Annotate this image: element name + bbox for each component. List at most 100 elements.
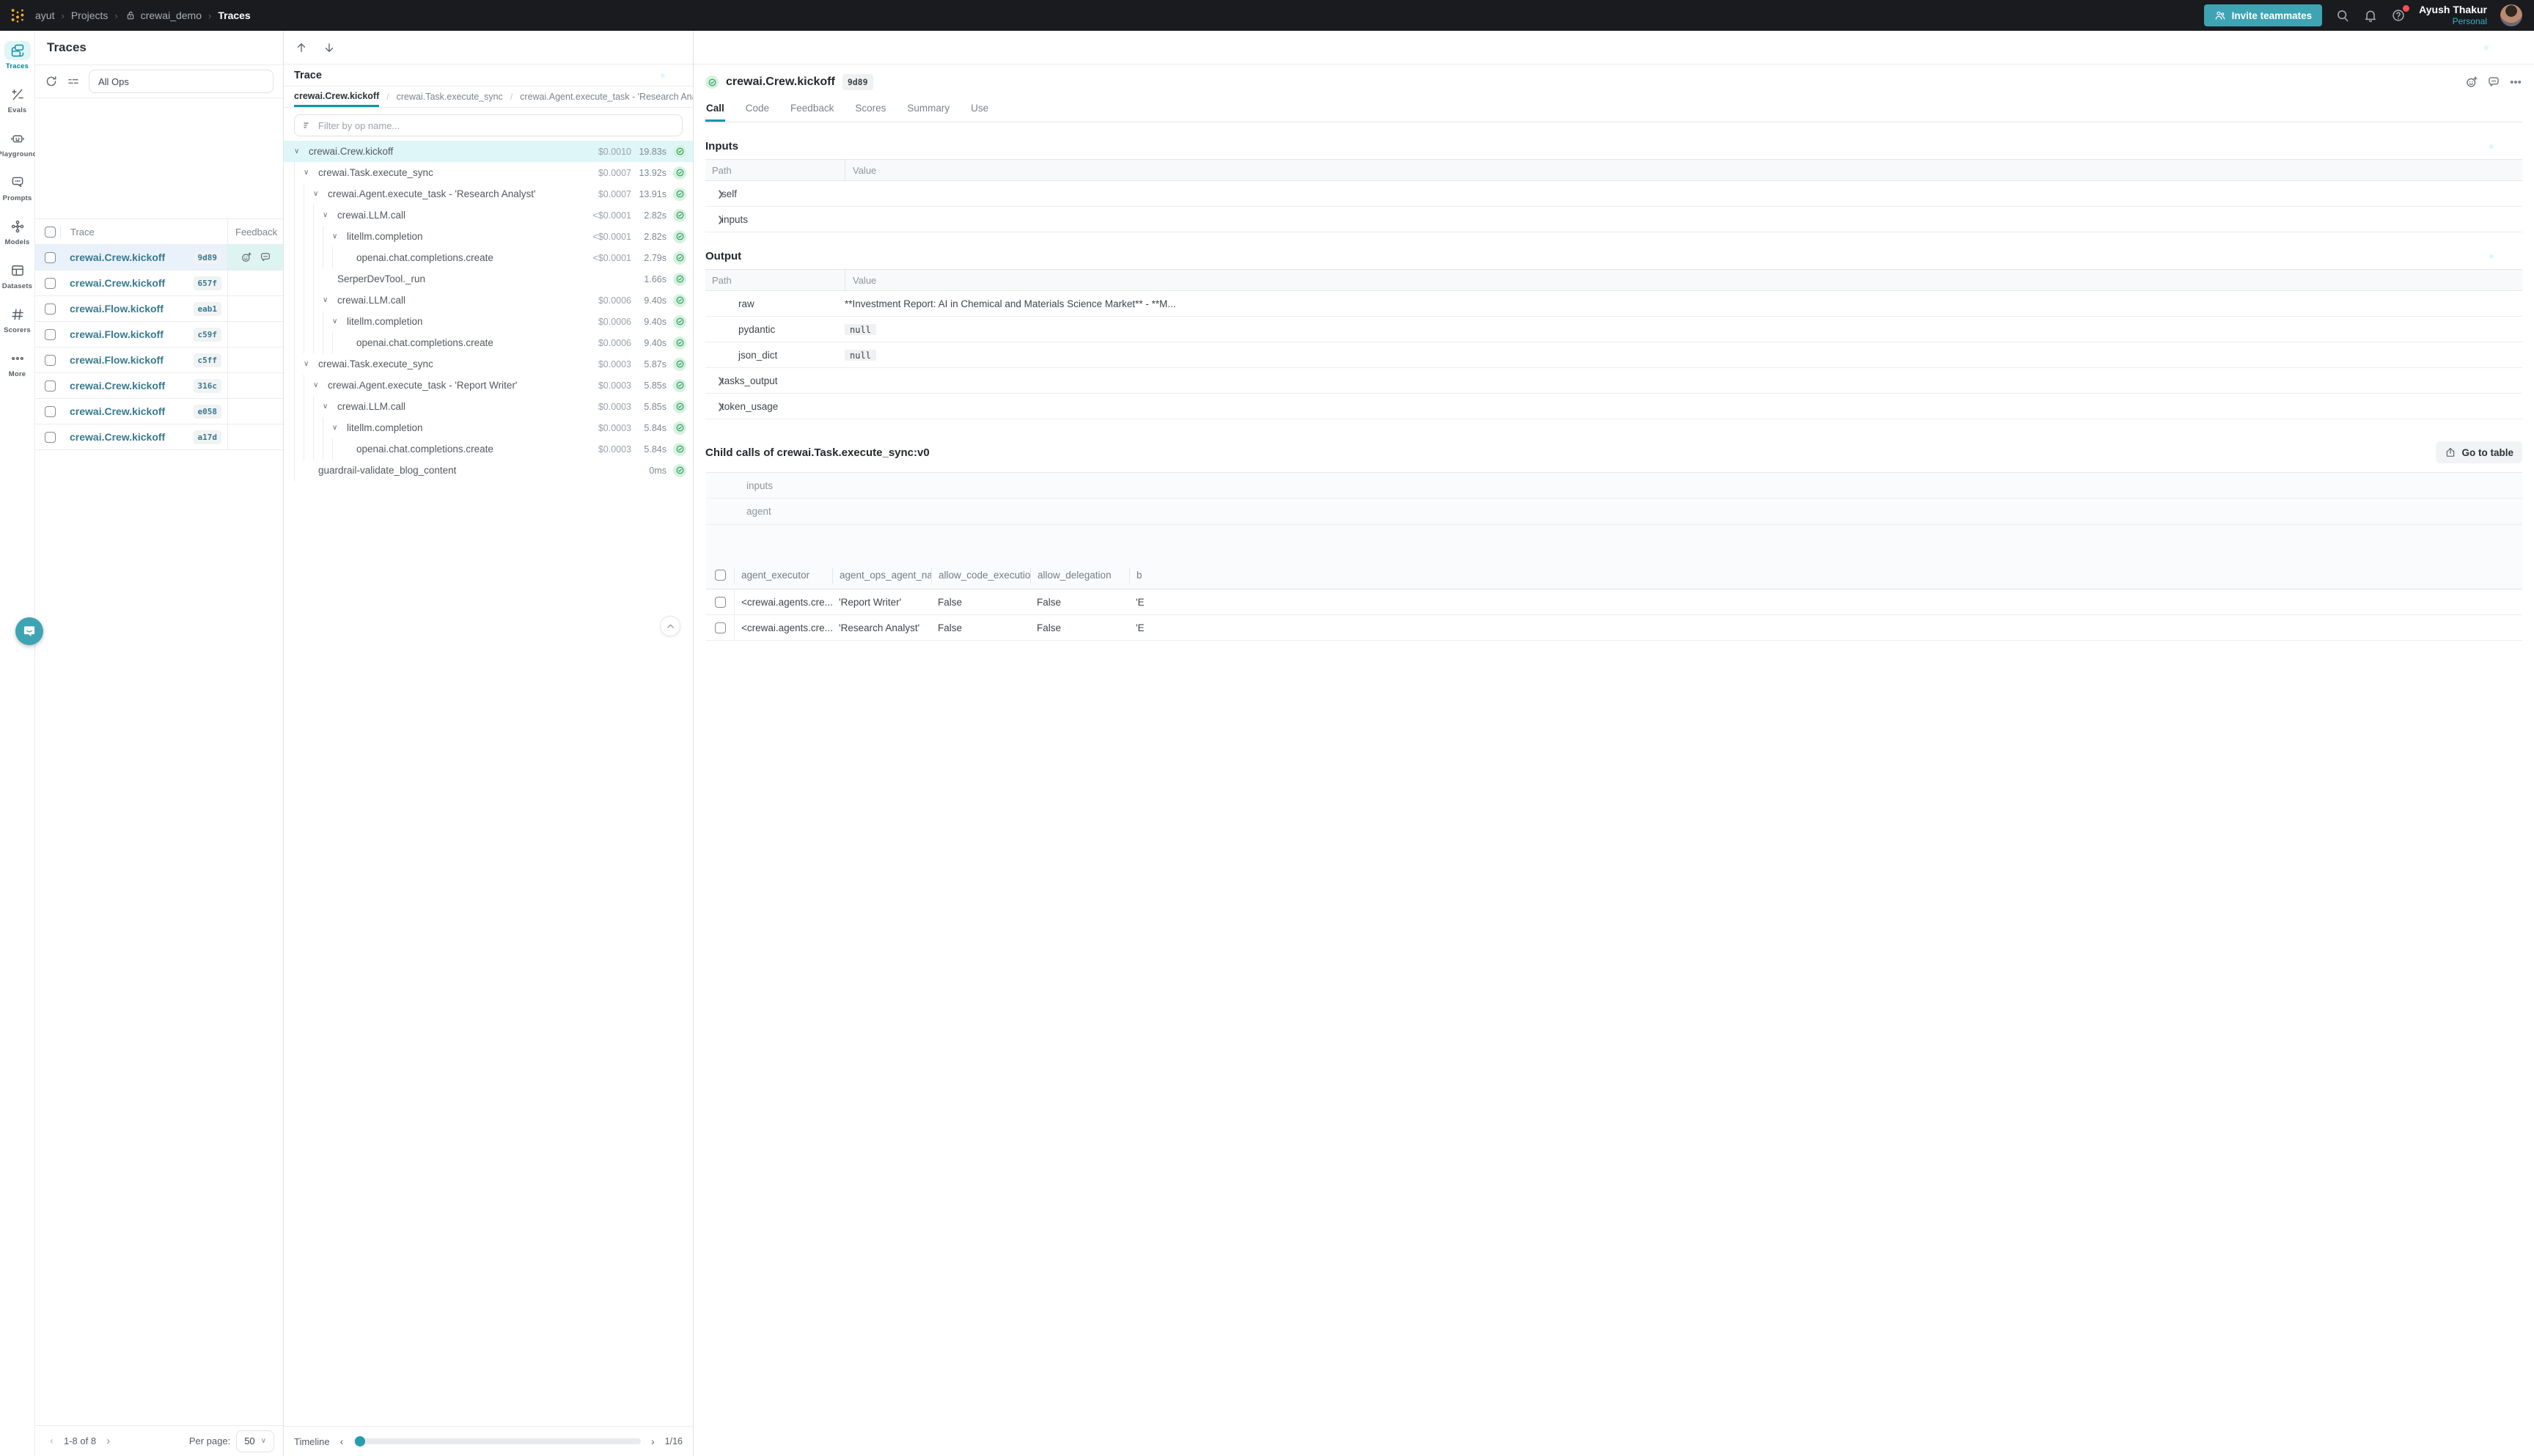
trace-table-row[interactable]: crewai.Crew.kickoff 316c [35, 373, 283, 399]
timeline-next-icon[interactable]: › [648, 1435, 658, 1447]
kv-row[interactable]: raw **Investment Report: AI in Chemical … [705, 291, 2522, 317]
trace-table-row[interactable]: crewai.Crew.kickoff e058 [35, 399, 283, 424]
select-all-checkbox[interactable] [45, 227, 56, 238]
prev-page-icon[interactable]: ‹ [44, 1435, 59, 1447]
tree-row[interactable]: ∨ litellm.completion $0.0003 5.84s [284, 417, 693, 438]
tree-row[interactable]: ∨ litellm.completion $0.0006 9.40s [284, 311, 693, 332]
trace-name-link[interactable]: crewai.Crew.kickoff [70, 431, 194, 443]
refresh-icon[interactable] [45, 75, 58, 88]
code-icon[interactable] [2508, 254, 2513, 259]
comment-icon[interactable] [260, 251, 271, 263]
feedback-cell[interactable] [227, 348, 283, 372]
kv-row[interactable]: ❯inputs [705, 207, 2522, 232]
chat-widget-button[interactable] [15, 617, 43, 645]
sidebar-item-evals[interactable]: Evals [0, 85, 35, 129]
list-view-icon[interactable] [2489, 144, 2494, 149]
tree-row[interactable]: openai.chat.completions.create $0.0003 5… [284, 438, 693, 460]
add-reaction-icon[interactable] [240, 251, 252, 263]
tab-use[interactable]: Use [970, 98, 989, 122]
row-checkbox[interactable] [45, 278, 56, 289]
column-header-b[interactable]: b [1129, 567, 2522, 584]
per-page-select[interactable]: 50 ∨ [236, 1430, 274, 1452]
trace-table-row[interactable]: crewai.Crew.kickoff a17d [35, 424, 283, 450]
trace-tab[interactable]: crewai.Task.execute_sync [397, 87, 503, 107]
trace-name-link[interactable]: crewai.Crew.kickoff [70, 405, 194, 417]
search-icon[interactable] [2335, 8, 2350, 23]
child-call-row[interactable]: <crewai.agents.cre...'Research Analyst'F… [706, 615, 2522, 641]
sidebar-item-prompts[interactable]: Prompts [0, 173, 35, 217]
trace-name-link[interactable]: crewai.Flow.kickoff [70, 354, 194, 366]
trace-table-row[interactable]: crewai.Flow.kickoff c59f [35, 322, 283, 348]
select-all-checkbox[interactable] [715, 570, 726, 581]
feedback-cell[interactable] [227, 296, 283, 321]
tree-row[interactable]: ∨ crewai.Agent.execute_task - 'Report Wr… [284, 375, 693, 396]
child-call-row[interactable]: <crewai.agents.cre...'Report Writer'Fals… [706, 589, 2522, 615]
expand-rows-icon[interactable] [2499, 254, 2503, 259]
go-to-table-button[interactable]: Go to table [2436, 441, 2523, 463]
feedback-cell[interactable] [227, 424, 283, 449]
feedback-cell[interactable] [227, 399, 283, 424]
user-menu[interactable]: Ayush Thakur Personal [2419, 4, 2487, 28]
column-header-allow_delegation[interactable]: allow_delegation [1030, 567, 1129, 584]
chevron-right-icon[interactable]: ❯ [705, 376, 721, 386]
close-icon[interactable] [2519, 45, 2524, 50]
op-name-filter[interactable] [294, 114, 683, 136]
column-header-allow_code_execution[interactable]: allow_code_execution [931, 567, 1030, 584]
op-filter-select[interactable]: All Ops [89, 70, 273, 93]
chevron-down-icon[interactable]: ∨ [304, 169, 318, 177]
tab-code[interactable]: Code [745, 98, 770, 122]
columns-icon[interactable] [67, 75, 80, 88]
call-id-badge[interactable]: 9d89 [842, 74, 873, 90]
code-icon[interactable] [2508, 144, 2513, 149]
collapse-timeline-button[interactable] [660, 616, 680, 636]
sidebar-item-traces[interactable]: Traces [0, 41, 35, 85]
sidebar-item-more[interactable]: More [0, 349, 35, 393]
tree-row[interactable]: ∨ litellm.completion <$0.0001 2.82s [284, 226, 693, 247]
trace-tab[interactable]: crewai.Crew.kickoff [294, 87, 379, 107]
chevron-down-icon[interactable]: ∨ [313, 381, 328, 389]
trace-name-link[interactable]: crewai.Crew.kickoff [70, 380, 194, 391]
sidebar-item-models[interactable]: Models [0, 217, 35, 261]
row-checkbox[interactable] [45, 355, 56, 366]
arrow-up-icon[interactable] [295, 41, 308, 54]
tree-row[interactable]: SerperDevTool._run 1.66s [284, 268, 693, 290]
breadcrumb-user[interactable]: ayut [35, 10, 54, 21]
chevron-down-icon[interactable]: ∨ [323, 211, 337, 219]
tree-row[interactable]: ∨ crewai.LLM.call $0.0006 9.40s [284, 290, 693, 311]
chevron-down-icon[interactable]: ∨ [332, 232, 347, 240]
tree-row[interactable]: openai.chat.completions.create <$0.0001 … [284, 247, 693, 268]
trace-table-row[interactable]: crewai.Crew.kickoff 657f [35, 271, 283, 296]
kv-row[interactable]: ❯self [705, 181, 2522, 207]
row-checkbox[interactable] [45, 380, 56, 391]
trace-name-link[interactable]: crewai.Flow.kickoff [70, 303, 194, 315]
trace-table-row[interactable]: crewai.Crew.kickoff 9d89 [35, 245, 283, 271]
row-checkbox[interactable] [45, 406, 56, 417]
feedback-cell[interactable] [227, 271, 283, 295]
tab-summary[interactable]: Summary [906, 98, 950, 122]
add-reaction-icon[interactable] [2465, 76, 2478, 89]
chevron-right-icon[interactable]: ❯ [705, 402, 721, 411]
tree-row[interactable]: ∨ crewai.LLM.call <$0.0001 2.82s [284, 205, 693, 226]
more-icon[interactable] [2509, 76, 2522, 89]
row-checkbox[interactable] [45, 329, 56, 340]
trace-tree-icon[interactable] [661, 73, 665, 78]
tree-row[interactable]: ∨ crewai.Agent.execute_task - 'Research … [284, 183, 693, 205]
chevron-down-icon[interactable]: ∨ [323, 296, 337, 304]
sidebar-item-datasets[interactable]: Datasets [0, 261, 35, 305]
hide-icon[interactable] [2518, 144, 2522, 149]
kv-row[interactable]: json_dict null [705, 342, 2522, 368]
timeline-slider[interactable] [353, 1438, 641, 1444]
sidebar-item-scorers[interactable]: Scorers [0, 305, 35, 349]
tab-feedback[interactable]: Feedback [790, 98, 834, 122]
avatar[interactable] [2500, 4, 2522, 26]
edit-icon[interactable] [2496, 45, 2500, 50]
arrow-down-icon[interactable] [323, 41, 336, 54]
tab-scores[interactable]: Scores [854, 98, 886, 122]
trace-name-link[interactable]: crewai.Crew.kickoff [70, 251, 194, 263]
hide-icon[interactable] [2518, 254, 2522, 259]
invite-teammates-button[interactable]: Invite teammates [2204, 4, 2323, 26]
chevron-down-icon[interactable]: ∨ [304, 360, 318, 368]
feedback-cell[interactable] [227, 245, 283, 270]
feedback-cell[interactable] [227, 322, 283, 347]
sidebar-item-playground[interactable]: Playground [0, 129, 35, 173]
